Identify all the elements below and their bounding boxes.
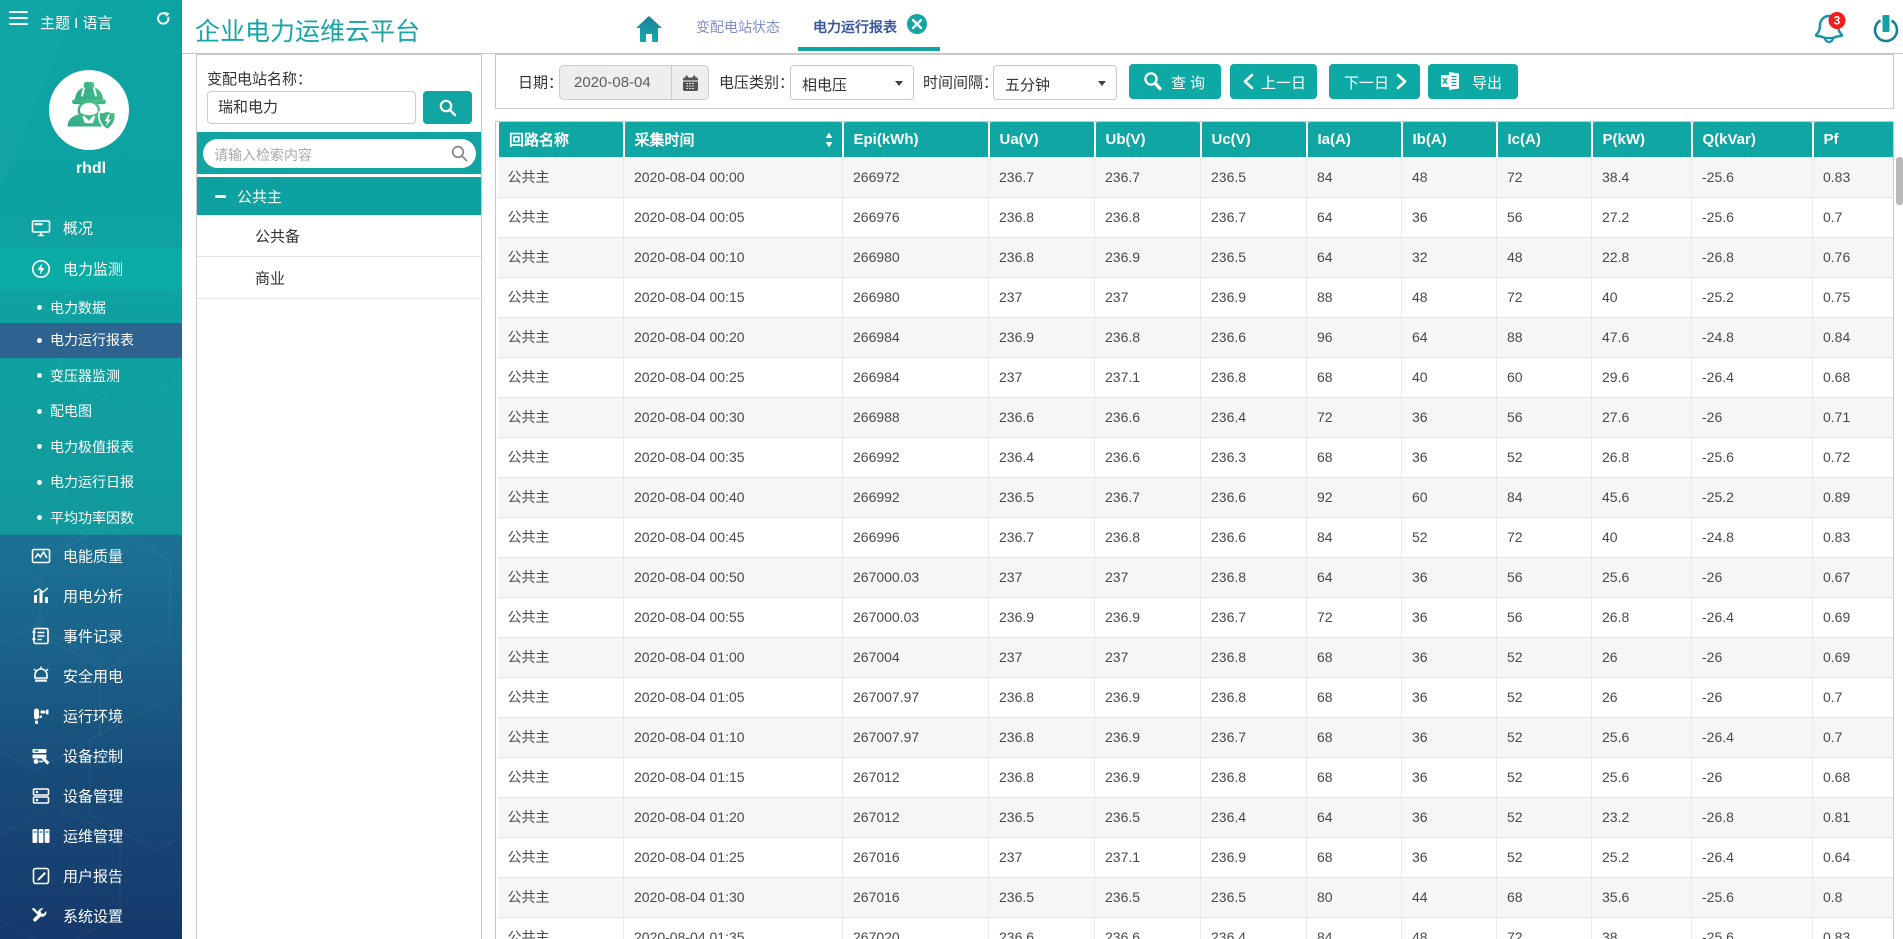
svg-text:3: 3 [1834, 14, 1841, 28]
